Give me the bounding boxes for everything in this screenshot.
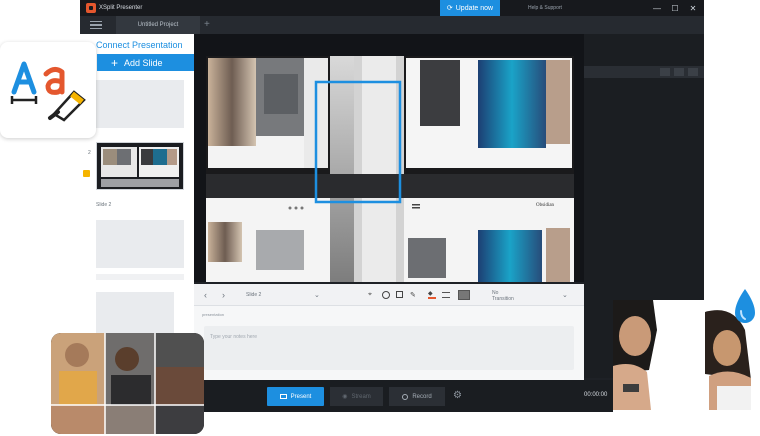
right-panel-button-3[interactable] xyxy=(688,68,698,76)
plus-icon[interactable]: + xyxy=(204,19,210,30)
slide-thumbnail-1[interactable] xyxy=(96,80,184,128)
maximize-icon: ☐ xyxy=(671,3,679,13)
pen-icon[interactable]: ✎ xyxy=(410,291,416,299)
lasso-icon[interactable]: ⌖ xyxy=(368,291,372,299)
stream-icon: ◉ xyxy=(342,394,348,400)
slide-canvas[interactable]: Obsidian xyxy=(194,34,584,282)
gear-icon[interactable]: ⚙ xyxy=(453,390,462,401)
font-feature-card xyxy=(0,42,96,138)
notes-panel: presentation Type your notes here xyxy=(194,306,584,380)
slide-label: Slide 2 xyxy=(96,202,112,208)
slide-thumbnail-2[interactable] xyxy=(96,142,184,190)
present-button[interactable]: Present xyxy=(267,387,324,406)
right-panel-bar xyxy=(584,66,704,78)
notes-placeholder: Type your notes here xyxy=(210,334,257,340)
active-slide-marker xyxy=(83,170,90,177)
app-logo-icon xyxy=(86,3,96,13)
help-support-label: Help & Support xyxy=(528,5,562,11)
close-icon: ✕ xyxy=(689,3,697,13)
present-label: Present xyxy=(290,393,312,400)
slide-mockup-image xyxy=(194,34,584,282)
water-drop-icon xyxy=(735,289,755,323)
slide-number: 2 xyxy=(88,150,91,156)
close-button[interactable]: ✕ xyxy=(686,0,700,16)
transition-label[interactable]: No Transition xyxy=(492,290,514,302)
update-now-label: Update now xyxy=(455,4,494,12)
slide-name[interactable]: Slide 2 xyxy=(246,292,261,298)
stream-button[interactable]: ◉ Stream xyxy=(330,387,383,406)
add-slide-button[interactable]: + Add Slide xyxy=(97,54,194,71)
app-title: XSplit Presenter xyxy=(99,5,143,11)
minimize-icon: — xyxy=(653,3,661,13)
video-call-image xyxy=(51,333,204,434)
right-panel-button-1[interactable] xyxy=(660,68,670,76)
tab-untitled-project[interactable]: Untitled Project xyxy=(116,16,200,34)
lines-icon[interactable] xyxy=(442,291,450,298)
help-support-link[interactable]: Help & Support xyxy=(528,0,562,16)
present-icon xyxy=(279,394,287,399)
square-icon[interactable] xyxy=(396,291,403,298)
fill-icon[interactable]: ◆ xyxy=(428,291,436,299)
record-label: Record xyxy=(412,393,432,400)
tab-bar: Untitled Project + xyxy=(80,16,704,34)
maximize-button[interactable]: ☐ xyxy=(668,0,682,16)
connect-presentation-link[interactable]: Connect Presentation xyxy=(96,40,183,50)
record-button[interactable]: Record xyxy=(389,387,445,406)
session-timer: 00:00:00 xyxy=(584,392,608,398)
slide-caption: Obsidian xyxy=(536,203,555,208)
minimize-button[interactable]: — xyxy=(650,0,664,16)
update-now-button[interactable]: ⟳ Update now xyxy=(440,0,500,16)
doc-tab-label: Untitled Project xyxy=(137,22,179,28)
title-bar: XSplit Presenter ⟳ Update now Help & Sup… xyxy=(80,0,704,16)
slide-thumbnail-3[interactable] xyxy=(96,220,184,268)
stage: XSplit Presenter ⟳ Update now Help & Sup… xyxy=(0,0,760,436)
transition-chevron-icon[interactable]: ⌄ xyxy=(562,291,568,299)
chevron-right-icon[interactable]: › xyxy=(222,290,225,300)
chevron-down-icon[interactable]: ⌄ xyxy=(314,291,320,299)
stream-label: Stream xyxy=(351,393,371,400)
hamburger-icon[interactable] xyxy=(90,21,102,29)
plus-icon: + xyxy=(111,55,119,70)
slide-thumbnail-2-preview xyxy=(97,143,183,189)
notes-header: presentation xyxy=(202,312,225,317)
right-panel-button-2[interactable] xyxy=(674,68,684,76)
slide-toolbar: ‹ › Slide 2 ⌄ ⌖ ✎ ◆ No Transition ⌄ xyxy=(194,284,584,306)
video-call-photo xyxy=(51,333,204,434)
add-slide-label: Add Slide xyxy=(124,57,163,68)
chevron-left-icon[interactable]: ‹ xyxy=(204,290,207,300)
circle-icon[interactable] xyxy=(382,290,390,299)
refresh-icon: ⟳ xyxy=(446,5,453,12)
notes-input[interactable]: Type your notes here xyxy=(204,326,574,370)
slide-thumbnail-3-caption xyxy=(96,274,184,280)
image-icon[interactable] xyxy=(458,289,470,300)
font-icon xyxy=(10,61,86,122)
record-icon xyxy=(402,393,409,400)
